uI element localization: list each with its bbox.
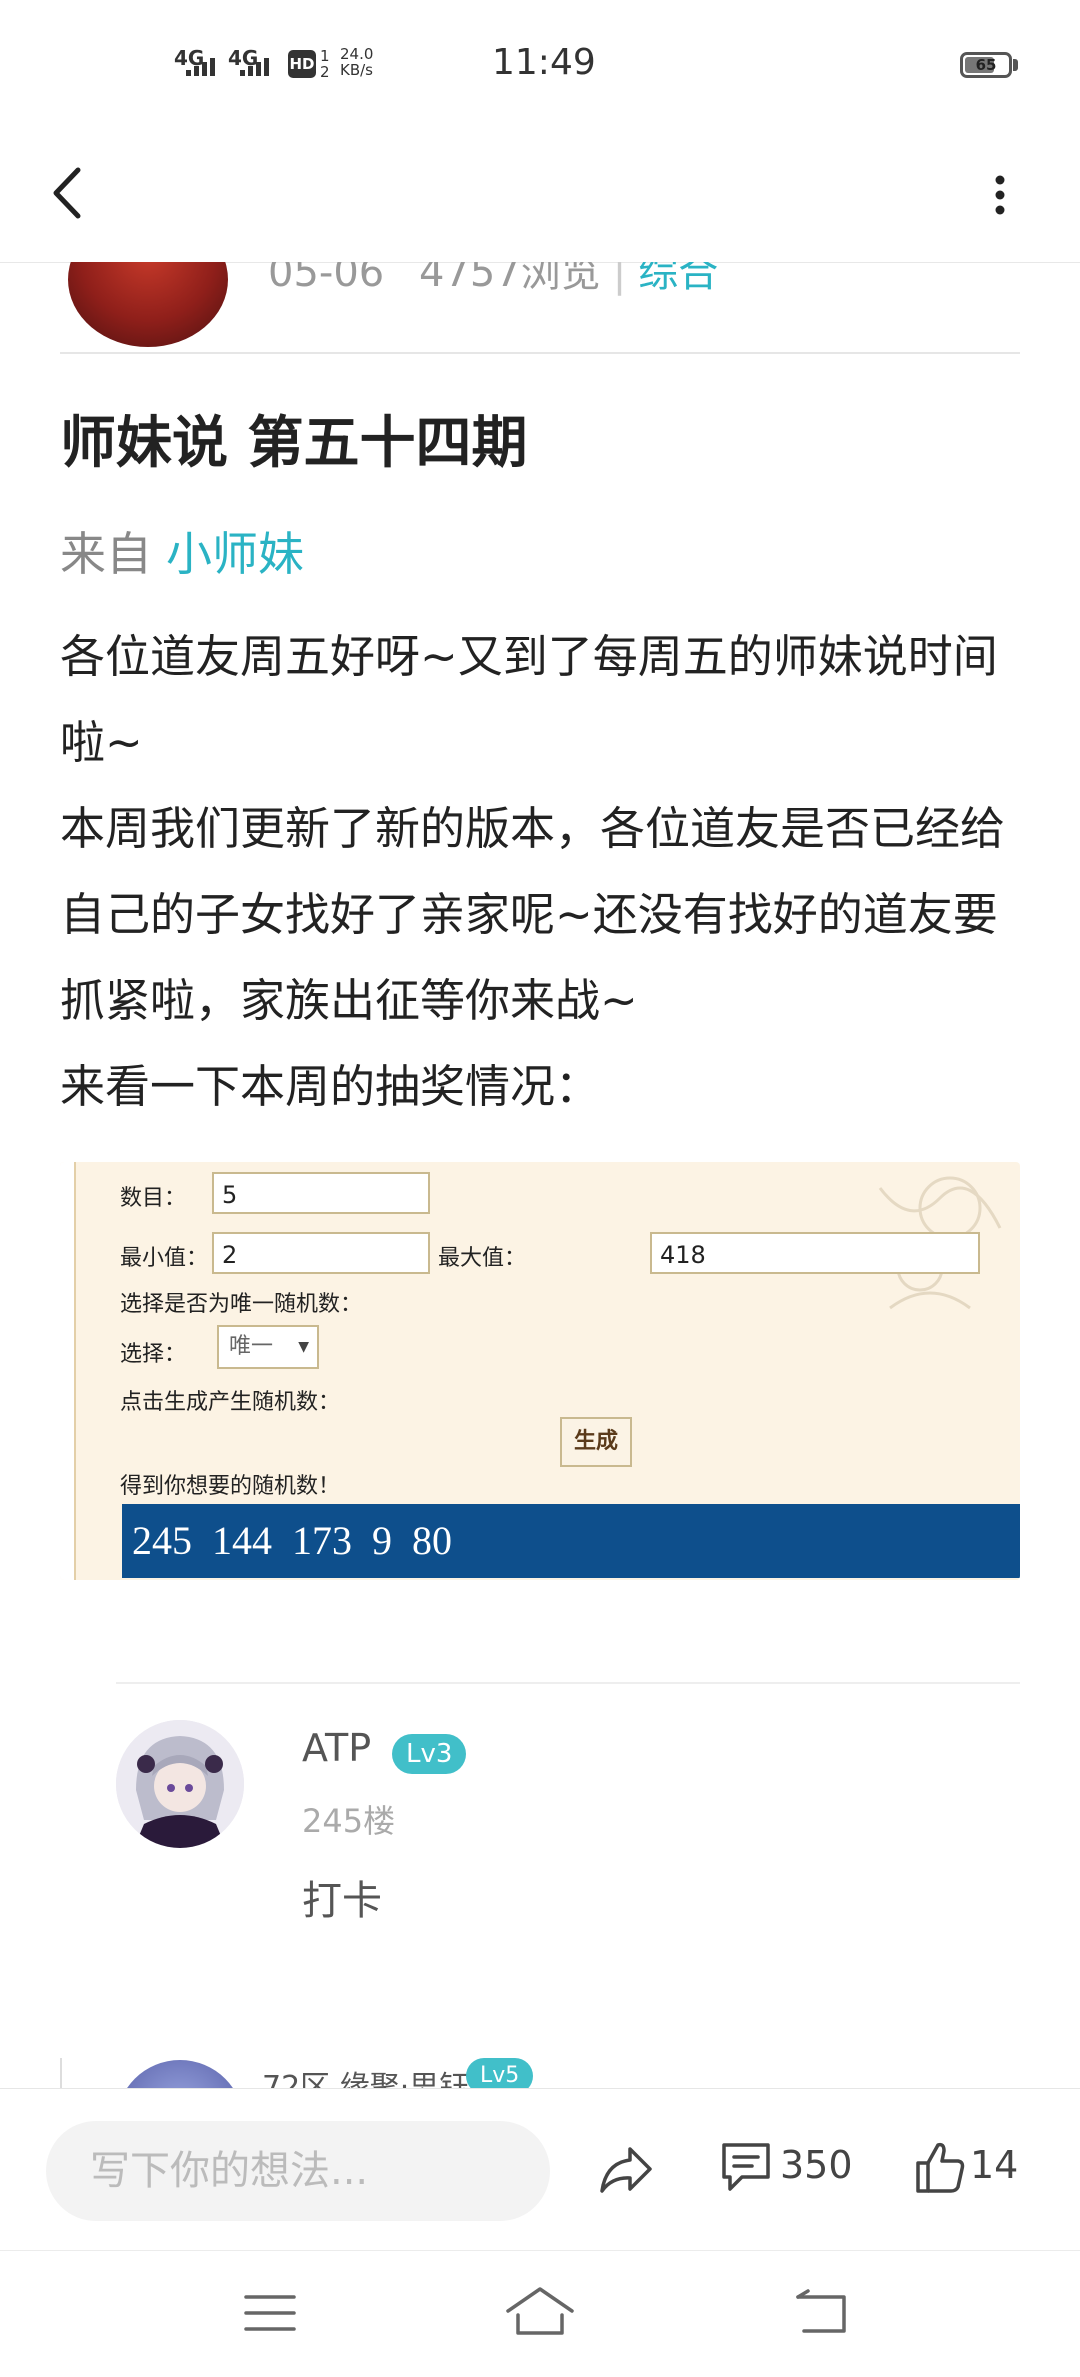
level-badge: Lv3 (392, 1734, 467, 1774)
back-icon[interactable] (44, 158, 94, 228)
result-label: 得到你想要的随机数！ (120, 1474, 341, 1499)
reply-username[interactable]: ATP (302, 1726, 371, 1770)
signal-icon (186, 58, 215, 76)
post-source: 来自 小师妹 (60, 518, 304, 584)
comment-icon[interactable] (718, 2139, 774, 2195)
hd-sub-label: 12 (320, 47, 330, 81)
meta-separator: | (612, 262, 627, 296)
unique-prompt: 选择是否为唯一随机数： (120, 1292, 363, 1317)
board-name-link[interactable]: 小师妹 (166, 527, 304, 581)
signal-icon (240, 58, 269, 76)
paragraph: 本周我们更新了新的版本，各位道友是否已经给自己的子女找好了亲家呢~还没有找好的道… (60, 802, 1006, 1027)
network-speed: 24.0 KB/s (340, 45, 374, 79)
view-count: 4757浏览 (418, 262, 601, 296)
thread-line (60, 2058, 62, 2088)
reply-content: 打卡 (302, 1878, 382, 1924)
top-nav (0, 130, 1080, 263)
board-link[interactable]: 综合 (638, 262, 718, 296)
floor-number: 245楼 (302, 1802, 396, 1840)
post-body: 各位道友周五好呀~又到了每周五的师妹说时间啦~ 本周我们更新了新的版本，各位道友… (60, 614, 1030, 1130)
next-reply: 72区 缘聚·思钰 Lv5 (0, 2040, 1080, 2088)
comment-bar: 写下你的想法... 350 14 (0, 2088, 1080, 2249)
paragraph: 各位道友周五好呀~又到了每周五的师妹说时间啦~ (60, 630, 998, 769)
like-icon[interactable] (914, 2139, 966, 2195)
level-badge: Lv5 (466, 2058, 534, 2088)
author-row: 05-06 4757浏览 | 综合 (0, 262, 1080, 352)
comment-input[interactable]: 写下你的想法... (46, 2121, 550, 2221)
max-field: 418 (650, 1232, 980, 1274)
return-icon[interactable] (794, 2289, 850, 2337)
post-title: 师妹说 第五十四期 (60, 411, 528, 476)
clock: 11:49 (492, 42, 596, 83)
share-icon[interactable] (596, 2141, 656, 2199)
select-label: 选择： (120, 1342, 187, 1367)
more-icon[interactable] (980, 160, 1020, 230)
author-avatar[interactable] (68, 262, 228, 347)
generate-button: 生成 (560, 1417, 632, 1467)
image-border-line (74, 1162, 76, 1580)
select-value: 唯一 (229, 1334, 274, 1359)
reply-avatar[interactable] (116, 2060, 244, 2088)
min-label: 最小值： (120, 1246, 209, 1271)
reply-username[interactable]: 72区 缘聚·思钰 (262, 2062, 469, 2088)
post-image[interactable]: 数目： 5 最小值： 2 最大值： 418 选择是否为唯一随机数： 选择： 唯一… (60, 1162, 1020, 1580)
status-bar: 4G 4G HD 12 24.0 KB/s 11:49 65 (0, 0, 1080, 130)
battery-tip (1013, 59, 1018, 71)
from-label: 来自 (60, 527, 152, 581)
divider (116, 1682, 1020, 1684)
max-label: 最大值： (438, 1246, 527, 1271)
generate-prompt: 点击生成产生随机数： (120, 1390, 341, 1415)
anime-avatar-icon (116, 1720, 244, 1848)
min-field: 2 (212, 1232, 430, 1274)
battery-icon: 65 (960, 52, 1012, 78)
count-field: 5 (212, 1172, 430, 1214)
battery-level: 65 (975, 56, 997, 74)
home-icon[interactable] (504, 2285, 576, 2339)
hd-badge: HD (288, 50, 316, 78)
count-label: 数目： (120, 1186, 187, 1211)
unique-select: 唯一 ▼ (217, 1325, 319, 1369)
post-date: 05-06 (268, 262, 385, 296)
result-numbers: 245 144 173 9 80 (122, 1504, 1020, 1578)
reply-avatar[interactable] (116, 1720, 244, 1848)
like-count[interactable]: 14 (970, 2143, 1018, 2187)
paragraph: 来看一下本周的抽奖情况： (60, 1060, 601, 1113)
system-nav-bar (0, 2250, 1080, 2377)
menu-icon[interactable] (244, 2289, 296, 2337)
dropdown-arrow-icon: ▼ (298, 1339, 309, 1355)
divider (60, 352, 1020, 354)
author-meta: 05-06 4757浏览 | 综合 (268, 262, 718, 298)
comment-count[interactable]: 350 (780, 2143, 853, 2187)
